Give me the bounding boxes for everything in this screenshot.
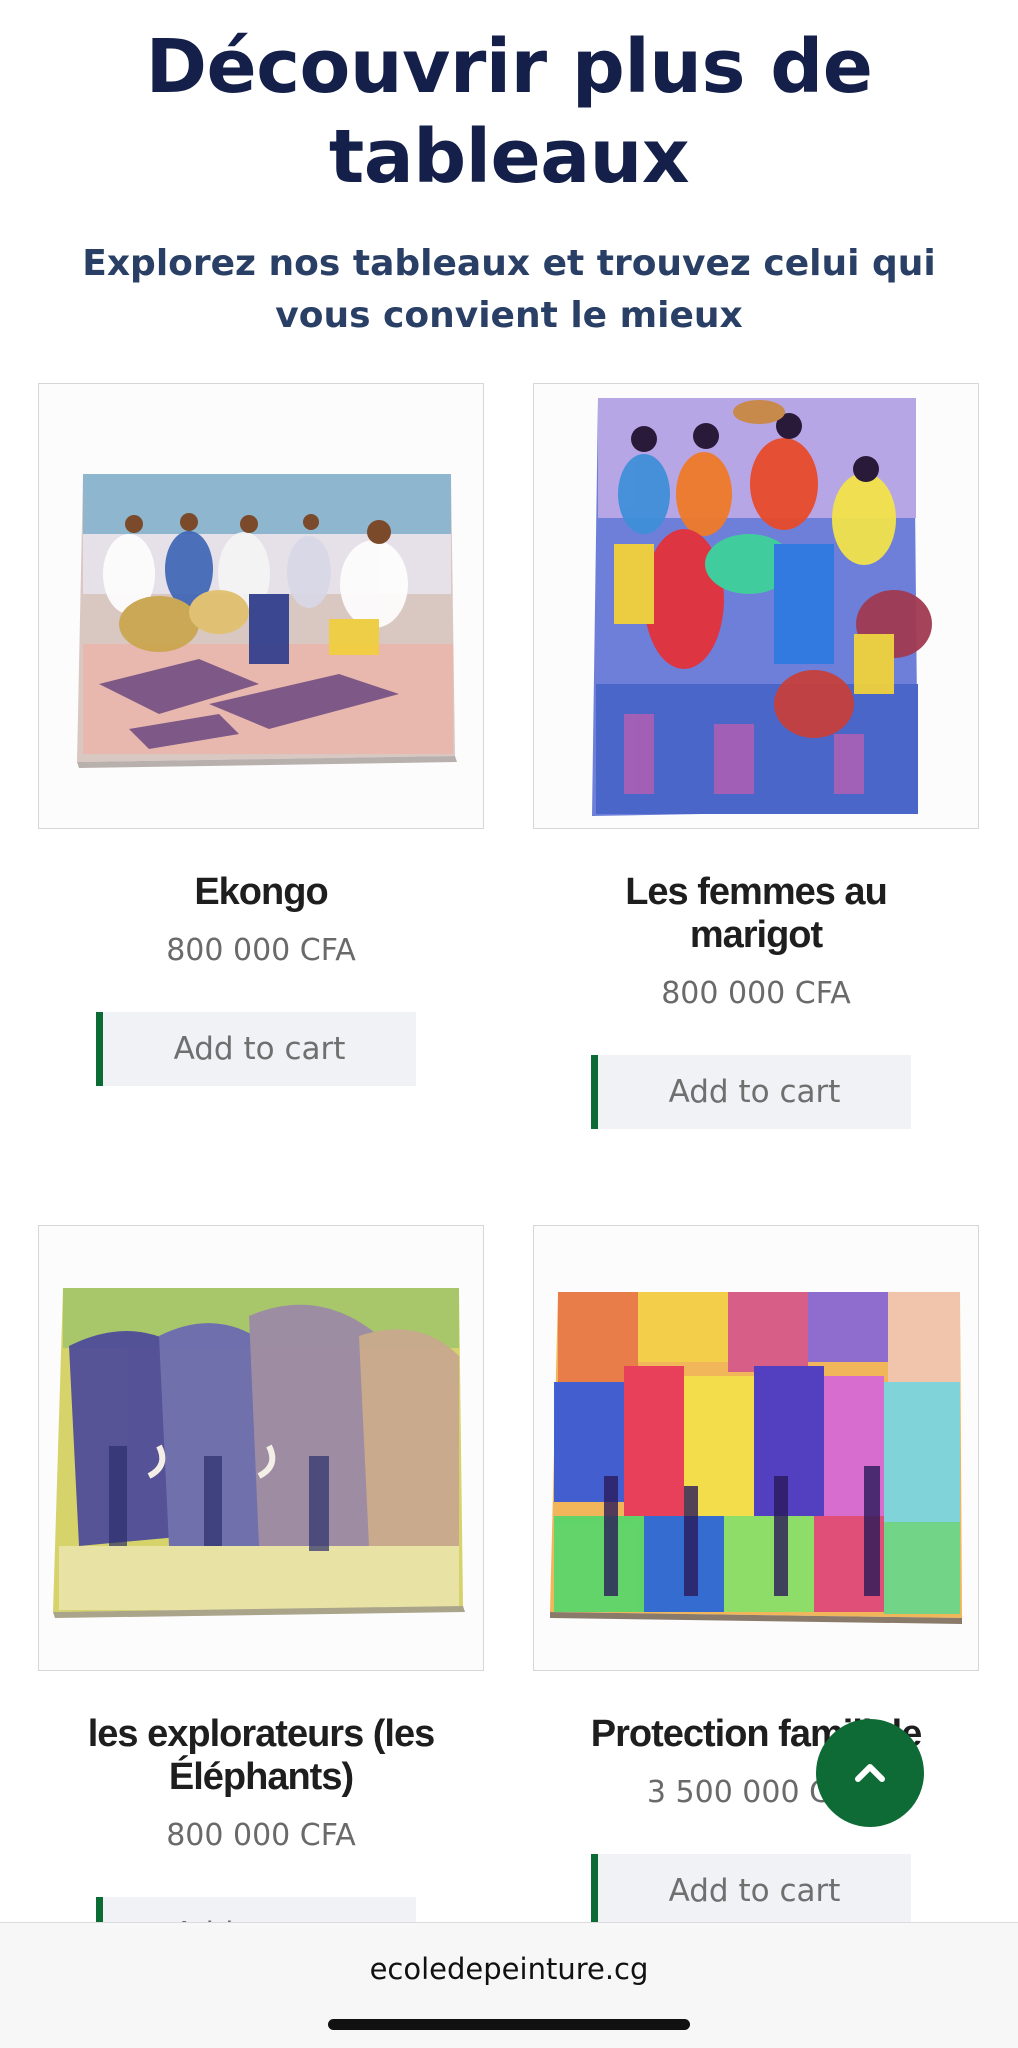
product-image-ekongo[interactable] bbox=[38, 383, 484, 829]
product-title[interactable]: Les femmes au marigot bbox=[533, 871, 979, 957]
address-bar-url[interactable]: ecoledepeinture.cg bbox=[0, 1951, 1018, 1987]
add-to-cart-button[interactable]: Add to cart bbox=[591, 1854, 911, 1928]
product-title[interactable]: Ekongo bbox=[38, 871, 484, 914]
home-indicator[interactable] bbox=[328, 2019, 690, 2030]
scroll-to-top-button[interactable] bbox=[816, 1719, 924, 1827]
product-price: 800 000 CFA bbox=[661, 976, 851, 1011]
chevron-up-icon bbox=[855, 1764, 885, 1782]
product-title[interactable]: les explorateurs (les Éléphants) bbox=[38, 1713, 484, 1799]
product-image-les-explorateurs[interactable] bbox=[38, 1225, 484, 1671]
painting-women-at-river bbox=[592, 398, 932, 816]
product-price: 800 000 CFA bbox=[166, 1818, 356, 1853]
add-to-cart-button[interactable]: Add to cart bbox=[591, 1055, 911, 1129]
product-image-les-femmes-au-marigot[interactable] bbox=[533, 383, 979, 829]
painting-elephant-family-abstract bbox=[550, 1292, 962, 1624]
product-listing-page: Découvrir plus de tableaux Explorez nos … bbox=[0, 0, 1018, 2048]
section-title: Découvrir plus de tableaux bbox=[145, 24, 873, 200]
add-to-cart-button[interactable]: Add to cart bbox=[96, 1012, 416, 1086]
browser-address-bar[interactable]: ecoledepeinture.cg bbox=[0, 1922, 1018, 2048]
product-image-protection-familiale[interactable] bbox=[533, 1225, 979, 1671]
product-price: 800 000 CFA bbox=[166, 933, 356, 968]
painting-dancers bbox=[77, 474, 457, 768]
section-subtitle: Explorez nos tableaux et trouvez celui q… bbox=[82, 243, 936, 336]
painting-elephants bbox=[53, 1288, 465, 1618]
